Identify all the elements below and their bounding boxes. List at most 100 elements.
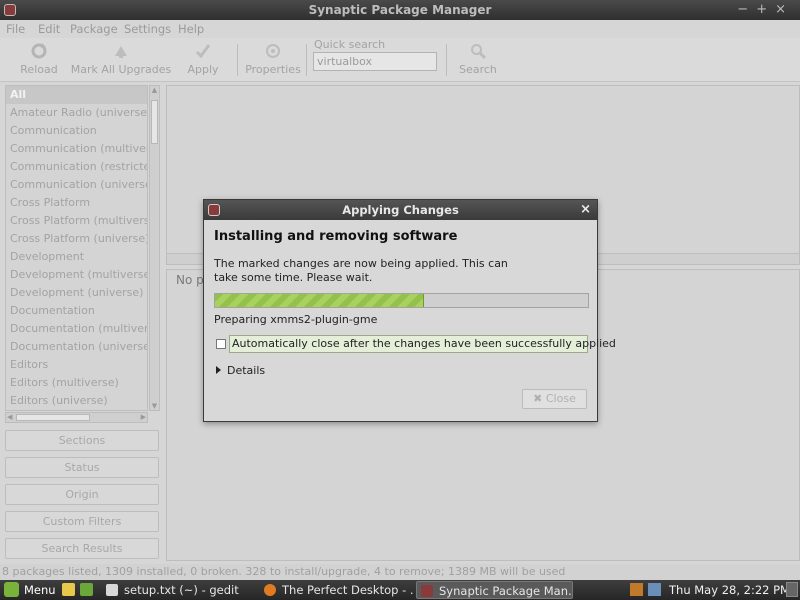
category-item[interactable]: Documentation (universe) — [6, 338, 147, 356]
mark-all-upgrades-button[interactable]: Mark All Upgrades — [70, 38, 172, 82]
properties-button[interactable]: Properties — [245, 38, 301, 82]
apply-button[interactable]: Apply — [182, 38, 224, 82]
taskbar-task-synaptic[interactable]: Synaptic Package Man... — [416, 581, 573, 599]
search-label: Search — [459, 63, 497, 76]
auto-close-checkbox-row[interactable]: Automatically close after the changes ha… — [214, 335, 616, 353]
close-label: Close — [545, 392, 576, 405]
minimize-button[interactable]: − — [737, 2, 756, 17]
task-label: Synaptic Package Man... — [439, 584, 573, 598]
progress-bar-fill — [215, 294, 424, 307]
category-item[interactable]: Cross Platform (universe) — [6, 230, 147, 248]
network-icon[interactable] — [648, 583, 661, 596]
menu-file[interactable]: File — [6, 22, 25, 36]
close-button[interactable]: ✖ Close — [522, 389, 587, 409]
expander-arrow-icon — [216, 366, 221, 374]
dialog-message: The marked changes are now being applied… — [214, 257, 508, 284]
search-icon — [471, 44, 487, 60]
category-horizontal-scrollbar[interactable]: ◀ ▶ — [5, 412, 148, 423]
toolbar: Reload Mark All Upgrades Apply Propertie… — [0, 38, 800, 82]
menu-package[interactable]: Package — [70, 22, 118, 36]
category-list[interactable]: All Amateur Radio (universe) Communicati… — [5, 85, 148, 411]
upgrade-icon — [115, 46, 127, 58]
category-item[interactable]: Editors — [6, 356, 147, 374]
category-item[interactable]: Cross Platform (multiverse) — [6, 212, 147, 230]
status-bar: 8 packages listed, 1309 installed, 0 bro… — [0, 564, 800, 580]
scroll-right-icon[interactable]: ▶ — [141, 413, 146, 421]
dialog-title: Applying Changes — [342, 203, 459, 217]
menu-settings[interactable]: Settings — [124, 22, 171, 36]
start-menu-label: Menu — [24, 583, 56, 597]
reload-label: Reload — [20, 63, 58, 76]
task-label: setup.txt (~) - gedit — [124, 583, 239, 597]
dialog-close-icon[interactable]: × — [580, 200, 591, 220]
category-item[interactable]: Communication (multiverse) — [6, 140, 147, 158]
category-item[interactable]: Communication (restricted) — [6, 158, 147, 176]
quick-search-input[interactable] — [313, 52, 437, 71]
category-item[interactable]: Amateur Radio (universe) — [6, 104, 147, 122]
search-results-button[interactable]: Search Results — [5, 538, 159, 559]
category-item[interactable]: Communication (universe) — [6, 176, 147, 194]
category-item[interactable]: All — [6, 86, 147, 104]
toolbar-separator — [446, 44, 447, 76]
start-menu-button[interactable]: Menu — [4, 582, 56, 598]
show-desktop-button[interactable] — [786, 582, 798, 597]
category-vertical-scrollbar[interactable]: ▲ ▼ — [149, 85, 160, 411]
firefox-icon — [264, 584, 276, 596]
taskbar-task-firefox[interactable]: The Perfect Desktop - ... — [260, 581, 414, 599]
toolbar-separator — [306, 44, 307, 76]
task-label: The Perfect Desktop - ... — [282, 583, 414, 597]
auto-close-checkbox[interactable] — [216, 339, 226, 349]
origin-button[interactable]: Origin — [5, 484, 159, 505]
custom-filters-button[interactable]: Custom Filters — [5, 511, 159, 532]
details-label: Details — [227, 364, 266, 377]
properties-icon — [266, 44, 280, 58]
dialog-heading: Installing and removing software — [214, 229, 458, 244]
auto-close-label[interactable]: Automatically close after the changes ha… — [229, 335, 616, 353]
window-controls: −+× — [737, 2, 794, 17]
category-item[interactable]: Development (universe) — [6, 284, 147, 302]
mark-all-upgrades-label: Mark All Upgrades — [70, 63, 172, 76]
close-x-icon: ✖ — [533, 392, 546, 405]
update-manager-icon[interactable] — [630, 583, 643, 596]
menu-help[interactable]: Help — [178, 22, 204, 36]
category-item[interactable]: Documentation — [6, 302, 147, 320]
category-item[interactable]: Communication — [6, 122, 147, 140]
category-item[interactable]: Editors (multiverse) — [6, 374, 147, 392]
progress-status-text: Preparing xmms2-plugin-gme — [214, 313, 378, 326]
toolbar-separator — [237, 44, 238, 76]
category-item[interactable]: Editors (universe) — [6, 392, 147, 410]
reload-button[interactable]: Reload — [18, 38, 60, 82]
details-expander[interactable]: Details — [216, 364, 265, 377]
menu-bar: File Edit Package Settings Help — [0, 20, 800, 38]
close-window-button[interactable]: × — [775, 2, 794, 17]
category-item[interactable]: Cross Platform — [6, 194, 147, 212]
terminal-launcher-icon[interactable] — [80, 583, 93, 596]
scroll-down-icon[interactable]: ▼ — [151, 402, 158, 410]
synaptic-icon — [421, 585, 433, 597]
synaptic-app-icon — [208, 204, 220, 216]
taskbar: Menu setup.txt (~) - gedit The Perfect D… — [0, 580, 800, 600]
menu-edit[interactable]: Edit — [38, 22, 60, 36]
applying-changes-dialog: Applying Changes × Installing and removi… — [203, 199, 616, 422]
dialog-titlebar: Applying Changes × — [204, 200, 597, 220]
sections-button[interactable]: Sections — [5, 430, 159, 451]
category-item[interactable]: Documentation (multiverse) — [6, 320, 147, 338]
text-editor-launcher-icon[interactable] — [62, 583, 75, 596]
scrollbar-thumb[interactable] — [16, 414, 90, 421]
gedit-icon — [106, 584, 118, 596]
apply-icon — [195, 44, 211, 59]
progress-bar — [214, 293, 589, 308]
scroll-up-icon[interactable]: ▲ — [151, 86, 158, 94]
reload-icon — [31, 43, 47, 59]
taskbar-task-gedit[interactable]: setup.txt (~) - gedit — [102, 581, 260, 599]
maximize-button[interactable]: + — [756, 2, 775, 17]
category-item[interactable]: Development (multiverse) — [6, 266, 147, 284]
quick-search-label: Quick search — [314, 38, 386, 51]
status-button[interactable]: Status — [5, 457, 159, 478]
window-titlebar: Synaptic Package Manager −+× — [0, 0, 800, 20]
category-item[interactable]: Development — [6, 248, 147, 266]
scroll-left-icon[interactable]: ◀ — [7, 413, 12, 421]
clock[interactable]: Thu May 28, 2:22 PM — [669, 580, 790, 600]
scrollbar-thumb[interactable] — [151, 100, 158, 144]
search-button[interactable]: Search — [456, 38, 500, 82]
